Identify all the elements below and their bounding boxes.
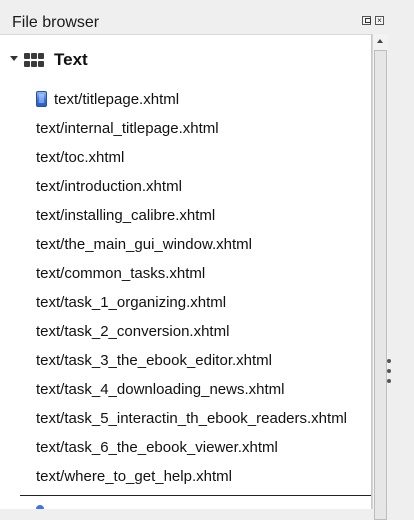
file-item[interactable]: text/titlepage.xhtml [0,85,368,114]
grip-dot-icon [387,369,391,373]
dock-title: File browser [12,14,100,31]
file-item[interactable]: text/task_2_conversion.xhtml [0,317,368,346]
close-icon[interactable]: × [375,16,384,25]
expand-arrow-icon[interactable] [10,56,18,61]
file-item[interactable]: text/where_to_get_help.xhtml [0,462,368,491]
section-divider [20,495,371,496]
file-item[interactable]: text/task_5_interactin_th_ebook_readers.… [0,404,368,433]
file-list: text/titlepage.xhtml text/internal_title… [0,85,368,491]
file-item[interactable]: text/the_main_gui_window.xhtml [0,230,368,259]
file-name: text/task_5_interactin_th_ebook_readers.… [36,410,348,427]
file-tree[interactable]: Text text/titlepage.xhtml text/internal_… [0,34,372,509]
file-name: text/toc.xhtml [36,149,125,166]
file-name: text/task_3_the_ebook_editor.xhtml [36,352,272,369]
file-item[interactable]: text/task_4_downloading_news.xhtml [0,375,368,404]
file-item[interactable]: text/task_3_the_ebook_editor.xhtml [0,346,368,375]
file-item[interactable]: text/task_6_the_ebook_viewer.xhtml [0,433,368,462]
file-browser-panel: File browser × Text text/titlepage.xhtml… [0,0,414,520]
file-item[interactable]: text/toc.xhtml [0,143,368,172]
next-group-icon [36,505,44,509]
file-name: text/task_6_the_ebook_viewer.xhtml [36,439,278,456]
file-name: text/internal_titlepage.xhtml [36,120,219,137]
file-name: text/titlepage.xhtml [54,91,180,108]
file-name: text/introduction.xhtml [36,178,182,195]
dock-title-bar[interactable]: File browser × [0,12,392,34]
file-name: text/the_main_gui_window.xhtml [36,236,252,253]
file-item[interactable]: text/introduction.xhtml [0,172,368,201]
file-name: text/task_4_downloading_news.xhtml [36,381,285,398]
file-name: text/where_to_get_help.xhtml [36,468,232,485]
scroll-thumb[interactable] [374,50,387,520]
grip-dot-icon [387,379,391,383]
float-icon[interactable] [362,16,371,25]
file-item[interactable]: text/internal_titlepage.xhtml [0,114,368,143]
file-name: text/installing_calibre.xhtml [36,207,216,224]
file-name: text/common_tasks.xhtml [36,265,206,282]
tree-group-text[interactable]: Text [0,47,360,73]
file-name: text/task_2_conversion.xhtml [36,323,230,340]
page-icon [36,91,47,107]
file-name: text/task_1_organizing.xhtml [36,294,227,311]
splitter-handle[interactable] [392,0,414,509]
file-item[interactable]: text/common_tasks.xhtml [0,259,368,288]
file-item[interactable]: text/installing_calibre.xhtml [0,201,368,230]
vertical-scrollbar[interactable] [372,34,388,520]
tree-group-label: Text [54,50,88,69]
grip-dot-icon [387,359,391,363]
text-group-icon [24,52,46,68]
scroll-up-arrow-icon[interactable] [373,34,388,49]
file-item[interactable]: text/task_1_organizing.xhtml [0,288,368,317]
